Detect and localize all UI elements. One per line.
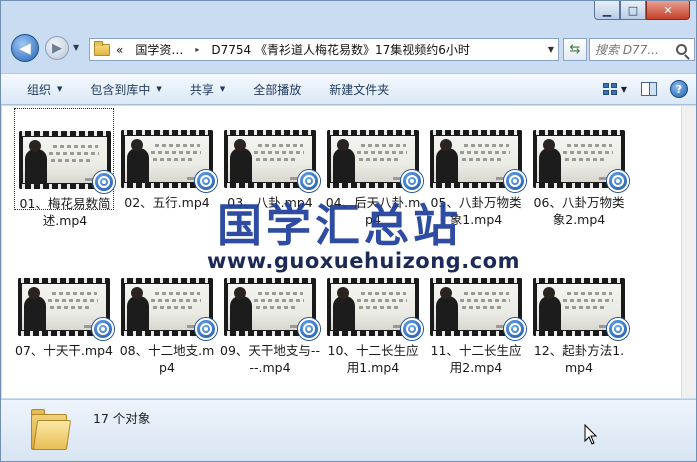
file-item[interactable]: 06、八卦万物类象2.mp4 <box>529 108 629 227</box>
view-controls: ▼ ? <box>598 74 696 104</box>
chevron-down-icon: ▼ <box>219 85 226 93</box>
media-player-icon <box>93 171 115 193</box>
vertical-scrollbar[interactable] <box>681 106 696 398</box>
breadcrumb-separator[interactable]: ▸ <box>189 45 205 54</box>
arrow-left-icon: ◀ <box>19 39 31 57</box>
watermark-title: 国学汇总站 <box>217 199 463 252</box>
organize-button[interactable]: 组织 ▼ <box>1 74 76 104</box>
navigation-row: ◀ ▶ ▼ « 国学资… ▸ D7754 《青衫道人梅花易数》17集视频约6小时… <box>7 31 695 65</box>
file-item[interactable]: 01、梅花易数简述.mp4 <box>14 108 115 228</box>
folder-icon <box>31 406 72 452</box>
minimize-button[interactable]: ▁ <box>594 1 620 20</box>
media-player-icon <box>607 318 629 340</box>
chevron-down-icon: ▼ <box>620 84 628 94</box>
media-player-icon <box>504 318 526 340</box>
file-name: 01、梅花易数简述.mp4 <box>19 196 111 228</box>
chevron-down-icon: ▼ <box>57 85 63 93</box>
back-button[interactable]: ◀ <box>11 34 39 62</box>
file-name: 07、十天干.mp4 <box>15 343 113 358</box>
folder-icon <box>94 40 110 56</box>
refresh-button[interactable]: ⇆ <box>563 38 587 61</box>
arrow-right-icon: ▶ <box>52 40 62 56</box>
file-name: 12、起卦方法1.mp4 <box>533 343 625 375</box>
file-name: 06、八卦万物类象2.mp4 <box>533 195 625 227</box>
search-box[interactable] <box>589 38 695 61</box>
chevron-down-icon: ▼ <box>156 85 162 93</box>
breadcrumb-overflow[interactable]: « <box>110 43 129 57</box>
organize-label: 组织 <box>27 82 52 97</box>
maximize-button[interactable]: □ <box>620 1 646 20</box>
recent-pages-dropdown[interactable]: ▼ <box>73 43 79 52</box>
file-name: 11、十二长生应用2.mp4 <box>430 343 522 375</box>
refresh-icon: ⇆ <box>569 42 581 57</box>
file-item[interactable]: 08、十二地支.mp4 <box>117 256 217 375</box>
search-input[interactable] <box>590 42 674 57</box>
file-name: 02、五行.mp4 <box>124 195 210 210</box>
file-name: 09、天干地支与----.mp4 <box>220 343 320 375</box>
media-player-icon <box>195 170 217 192</box>
media-player-icon <box>195 318 217 340</box>
play-all-label: 全部播放 <box>253 82 302 97</box>
file-item[interactable]: 12、起卦方法1.mp4 <box>529 256 629 375</box>
media-player-icon <box>607 170 629 192</box>
change-view-button[interactable]: ▼ <box>598 77 632 101</box>
new-folder-label: 新建文件夹 <box>329 82 390 97</box>
media-player-icon <box>401 318 423 340</box>
watermark-url: www.guoxuehuizong.com <box>207 249 520 273</box>
help-icon[interactable]: ? <box>670 80 688 98</box>
view-grid-icon <box>602 83 617 95</box>
media-player-icon <box>504 170 526 192</box>
breadcrumb-parent[interactable]: 国学资… <box>129 41 189 58</box>
forward-button[interactable]: ▶ <box>45 36 69 60</box>
media-player-icon <box>92 318 114 340</box>
new-folder-button[interactable]: 新建文件夹 <box>315 74 403 104</box>
item-count: 17 个对象 <box>93 411 151 426</box>
share-label: 共享 <box>189 82 214 97</box>
address-dropdown-icon[interactable]: ▼ <box>548 45 554 54</box>
caption-buttons: ▁ □ ✕ <box>594 1 690 21</box>
include-in-library-button[interactable]: 包含到库中 ▼ <box>76 74 175 104</box>
preview-pane-button[interactable] <box>632 77 666 101</box>
explorer-window: ▁ □ ✕ ◀ ▶ ▼ « 国学资… ▸ D7754 《青衫道人梅花易数》17集… <box>0 0 697 462</box>
command-bar: 组织 ▼ 包含到库中 ▼ 共享 ▼ 全部播放 新建文件夹 ▼ ? <box>1 73 696 105</box>
file-name: 10、十二长生应用1.mp4 <box>327 343 419 375</box>
close-button[interactable]: ✕ <box>646 1 690 20</box>
play-all-button[interactable]: 全部播放 <box>239 74 315 104</box>
breadcrumb-current[interactable]: D7754 《青衫道人梅花易数》17集视频约6小时 <box>205 41 476 58</box>
file-item[interactable]: 07、十天干.mp4 <box>14 256 114 358</box>
file-item[interactable]: 02、五行.mp4 <box>117 108 217 210</box>
include-in-library-label: 包含到库中 <box>90 82 151 97</box>
search-icon[interactable] <box>676 44 687 55</box>
media-player-icon <box>298 318 320 340</box>
preview-pane-icon <box>641 82 657 96</box>
address-bar[interactable]: « 国学资… ▸ D7754 《青衫道人梅花易数》17集视频约6小时 ▼ <box>89 38 559 61</box>
share-button[interactable]: 共享 ▼ <box>176 74 239 104</box>
file-name: 08、十二地支.mp4 <box>119 343 215 375</box>
